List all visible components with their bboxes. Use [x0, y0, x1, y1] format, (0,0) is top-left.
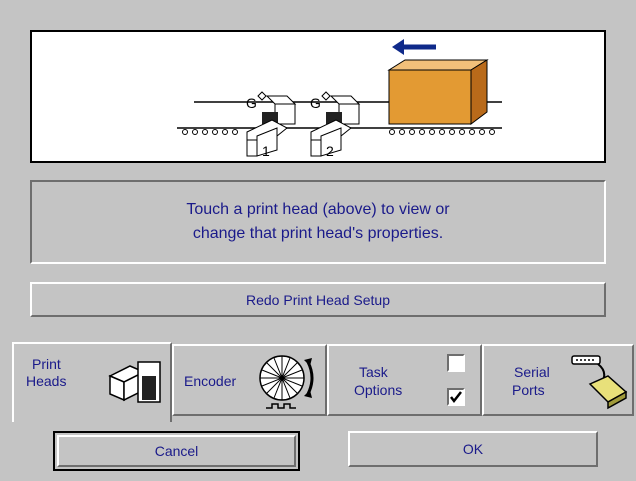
tab-task-label-2: Options — [354, 382, 403, 398]
print-head-diagram: G 1 G 2 — [30, 30, 606, 163]
task-option-checkbox-1[interactable] — [447, 354, 465, 372]
ok-button-label: OK — [462, 441, 484, 457]
serial-cable-icon — [571, 355, 628, 410]
tab-task-label-1: Task — [359, 364, 388, 380]
encoder-2-label: G — [310, 95, 321, 111]
tab-print-heads-label-2: Heads — [26, 373, 67, 389]
encoder-wheel-icon — [259, 355, 314, 409]
checkmark-icon — [450, 391, 462, 404]
tab-task-options[interactable]: Task Options — [327, 344, 482, 416]
tab-serial-label-1: Serial — [514, 364, 550, 380]
print-head-2-label: 2 — [326, 143, 334, 159]
redo-button-label: Redo Print Head Setup — [246, 291, 390, 308]
tab-encoder[interactable]: Encoder — [172, 344, 327, 416]
cancel-button[interactable]: Cancel — [53, 431, 300, 471]
tab-serial-label-2: Ports — [512, 382, 545, 398]
tab-encoder-label: Encoder — [184, 373, 237, 389]
direction-arrow-icon — [392, 39, 436, 55]
print-head-1-label: 1 — [262, 143, 270, 159]
cancel-button-label: Cancel — [154, 443, 199, 459]
instruction-line-2: change that print head's properties. — [192, 225, 444, 242]
product-box — [387, 59, 489, 125]
print-head-icon — [108, 361, 161, 403]
tab-serial-ports[interactable]: Serial Ports — [482, 344, 634, 416]
ok-button[interactable]: OK — [348, 431, 598, 467]
task-option-checkbox-2[interactable] — [447, 388, 465, 406]
redo-print-head-setup-button[interactable]: Redo Print Head Setup — [30, 282, 606, 317]
tab-print-heads[interactable]: Print Heads — [12, 342, 172, 422]
instruction-panel: Touch a print head (above) to view or ch… — [30, 180, 606, 264]
encoder-1-label: G — [246, 95, 257, 111]
tab-print-heads-label-1: Print — [32, 356, 61, 372]
instruction-line-1: Touch a print head (above) to view or — [186, 201, 450, 218]
